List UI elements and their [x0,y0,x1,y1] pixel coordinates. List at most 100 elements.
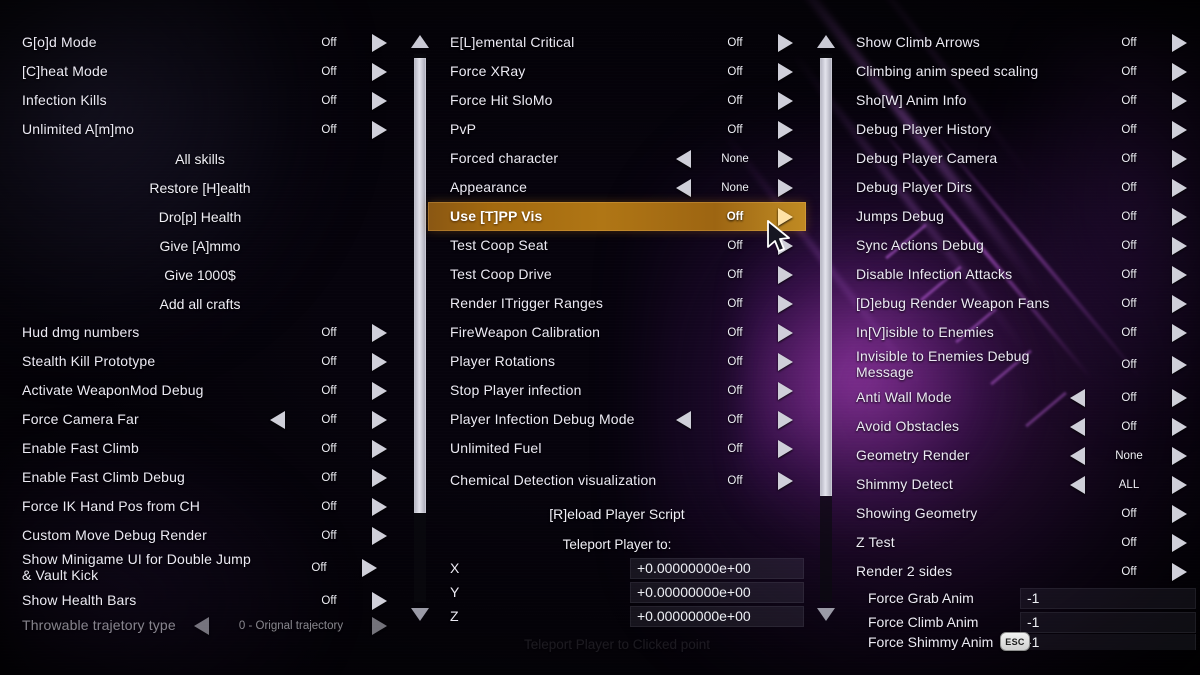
menu-row[interactable]: Force XRay Off [428,57,806,86]
menu-row[interactable]: PvP Off [428,115,806,144]
menu-row[interactable]: Player Rotations Off [428,347,806,376]
increase-arrow-icon[interactable] [1166,562,1192,581]
decrease-arrow-icon[interactable] [1064,388,1090,407]
menu-row[interactable]: Invisible to Enemies Debug Message Off [834,347,1200,383]
menu-row-selected[interactable]: Use [T]PP Vis Off [428,202,806,231]
scroll-down-arrow-icon[interactable] [817,608,835,621]
increase-arrow-icon[interactable] [1166,265,1192,284]
increase-arrow-icon[interactable] [1166,504,1192,523]
menu-row[interactable]: Test Coop Drive Off [428,260,806,289]
increase-arrow-icon[interactable] [772,265,798,284]
menu-action-button[interactable]: Restore [H]ealth [0,173,400,202]
menu-action-button[interactable]: Add all crafts [0,289,400,318]
menu-row[interactable]: Hud dmg numbers Off [0,318,400,347]
teleport-y-input[interactable]: +0.00000000e+00 [630,581,804,603]
increase-arrow-icon[interactable] [1166,417,1192,436]
increase-arrow-icon[interactable] [772,149,798,168]
menu-row[interactable]: Activate WeaponMod Debug Off [0,376,400,405]
increase-arrow-icon[interactable] [366,497,392,516]
increase-arrow-icon[interactable] [366,33,392,52]
menu-action-button[interactable]: Dro[p] Health [0,202,400,231]
menu-row[interactable]: Forced character None [428,144,806,173]
menu-row[interactable]: Geometry Render None [834,441,1200,470]
menu-row[interactable]: In[V]isible to Enemies Off [834,318,1200,347]
menu-row[interactable]: Sho[W] Anim Info Off [834,86,1200,115]
menu-row[interactable]: Disable Infection Attacks Off [834,260,1200,289]
increase-arrow-icon[interactable] [366,617,392,635]
menu-row[interactable]: Force Camera Far Off [0,405,400,434]
increase-arrow-icon[interactable] [1166,533,1192,552]
increase-arrow-icon[interactable] [1166,207,1192,226]
scroll-up-arrow-icon[interactable] [411,35,429,48]
menu-row[interactable]: Debug Player Dirs Off [834,173,1200,202]
menu-row[interactable]: Sync Actions Debug Off [834,231,1200,260]
increase-arrow-icon[interactable] [1166,62,1192,81]
menu-row[interactable]: Showing Geometry Off [834,499,1200,528]
increase-arrow-icon[interactable] [1166,475,1192,494]
menu-row[interactable]: Infection Kills Off [0,86,400,115]
menu-action-button[interactable]: Give 1000$ [0,260,400,289]
increase-arrow-icon[interactable] [366,439,392,458]
menu-row[interactable]: Stop Player infection Off [428,376,806,405]
menu-row[interactable]: Render 2 sides Off [834,557,1200,586]
decrease-arrow-icon[interactable] [670,149,696,168]
increase-arrow-icon[interactable] [1166,178,1192,197]
menu-row[interactable]: Custom Move Debug Render Off [0,521,400,550]
decrease-arrow-icon[interactable] [188,617,214,635]
increase-arrow-icon[interactable] [1166,149,1192,168]
menu-row[interactable]: [C]heat Mode Off [0,57,400,86]
increase-arrow-icon[interactable] [366,410,392,429]
teleport-clicked-point-action[interactable]: Teleport Player to Clicked point [428,630,806,659]
menu-row[interactable]: Unlimited Fuel Off [428,434,806,463]
menu-action-button[interactable]: Give [A]mmo [0,231,400,260]
menu-row[interactable]: Anti Wall Mode Off [834,383,1200,412]
esc-key-hint[interactable]: ESC [1000,632,1030,651]
menu-row[interactable]: Render ITrigger Ranges Off [428,289,806,318]
menu-row[interactable]: Show Climb Arrows Off [834,28,1200,57]
menu-row[interactable]: Enable Fast Climb Off [0,434,400,463]
menu-row[interactable]: Debug Player History Off [834,115,1200,144]
increase-arrow-icon[interactable] [1166,356,1192,374]
menu-row[interactable]: Enable Fast Climb Debug Off [0,463,400,492]
increase-arrow-icon[interactable] [1166,294,1192,313]
increase-arrow-icon[interactable] [772,294,798,313]
increase-arrow-icon[interactable] [366,91,392,110]
increase-arrow-icon[interactable] [356,559,382,577]
increase-arrow-icon[interactable] [1166,446,1192,465]
force-anim-input[interactable]: -1 [1020,611,1196,633]
increase-arrow-icon[interactable] [1166,91,1192,110]
decrease-arrow-icon[interactable] [670,178,696,197]
menu-row[interactable]: G[o]d Mode Off [0,28,400,57]
menu-row[interactable]: Stealth Kill Prototype Off [0,347,400,376]
menu-row[interactable]: Throwable trajetory type 0 - Orignal traj… [0,615,400,637]
decrease-arrow-icon[interactable] [264,410,290,429]
increase-arrow-icon[interactable] [366,62,392,81]
increase-arrow-icon[interactable] [1166,33,1192,52]
menu-action-button[interactable]: All skills [0,144,400,173]
increase-arrow-icon[interactable] [772,178,798,197]
scroll-up-arrow-icon[interactable] [817,35,835,48]
increase-arrow-icon[interactable] [772,381,798,400]
increase-arrow-icon[interactable] [1166,388,1192,407]
decrease-arrow-icon[interactable] [1064,417,1090,436]
increase-arrow-icon[interactable] [772,352,798,371]
increase-arrow-icon[interactable] [772,91,798,110]
menu-row[interactable]: E[L]emental Critical Off [428,28,806,57]
menu-row[interactable]: Debug Player Camera Off [834,144,1200,173]
reload-player-script-action[interactable]: [R]eload Player Script [428,499,806,528]
increase-arrow-icon[interactable] [366,352,392,371]
menu-row[interactable]: Climbing anim speed scaling Off [834,57,1200,86]
decrease-arrow-icon[interactable] [1064,446,1090,465]
right-scrollbar-thumb[interactable] [820,58,832,496]
menu-row[interactable]: Jumps Debug Off [834,202,1200,231]
increase-arrow-icon[interactable] [366,526,392,545]
decrease-arrow-icon[interactable] [670,410,696,429]
increase-arrow-icon[interactable] [772,120,798,139]
menu-row[interactable]: Show Health Bars Off [0,586,400,615]
menu-row[interactable]: Test Coop Seat Off [428,231,806,260]
menu-row[interactable]: Force Hit SloMo Off [428,86,806,115]
middle-scrollbar-thumb[interactable] [414,58,426,513]
increase-arrow-icon[interactable] [772,323,798,342]
menu-row[interactable]: [D]ebug Render Weapon Fans Off [834,289,1200,318]
force-anim-input[interactable]: -1 [1020,587,1196,609]
